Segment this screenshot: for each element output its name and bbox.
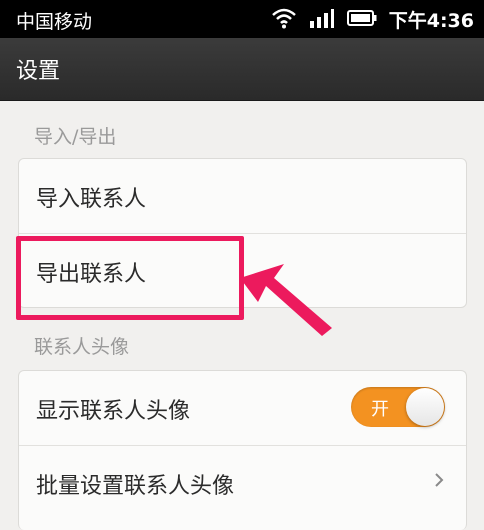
show-avatar-toggle[interactable]: 开 xyxy=(351,387,445,427)
import-contacts-label: 导入联系人 xyxy=(36,187,147,212)
show-contact-avatar-item[interactable]: 显示联系人头像 开 xyxy=(19,371,466,445)
chevron-right-icon xyxy=(434,472,444,492)
clock: 下午4:36 xyxy=(388,10,474,32)
status-icons: 下午4:36 xyxy=(271,6,474,33)
show-contact-avatar-label: 显示联系人头像 xyxy=(36,399,191,424)
status-bar: 中国移动 下午4:36 xyxy=(0,0,484,38)
pointer-arrow-icon xyxy=(236,262,336,342)
contact-avatar-card: 显示联系人头像 开 批量设置联系人头像 xyxy=(18,370,467,530)
wifi-icon xyxy=(271,7,297,33)
carrier-name: 中国移动 xyxy=(16,11,93,33)
toggle-knob xyxy=(406,388,444,426)
batch-set-avatar-label: 批量设置联系人头像 xyxy=(36,474,235,499)
signal-icon xyxy=(309,7,335,33)
battery-icon xyxy=(346,8,377,32)
highlight-box xyxy=(16,236,244,320)
title-bar: 设置 xyxy=(0,38,484,101)
batch-set-avatar-item[interactable]: 批量设置联系人头像 xyxy=(19,446,466,520)
import-contacts-item[interactable]: 导入联系人 xyxy=(19,159,466,233)
section-header-contact-avatar: 联系人头像 xyxy=(34,336,130,358)
page-title: 设置 xyxy=(16,59,61,84)
toggle-label: 开 xyxy=(371,399,389,420)
section-header-import-export: 导入/导出 xyxy=(34,126,117,148)
